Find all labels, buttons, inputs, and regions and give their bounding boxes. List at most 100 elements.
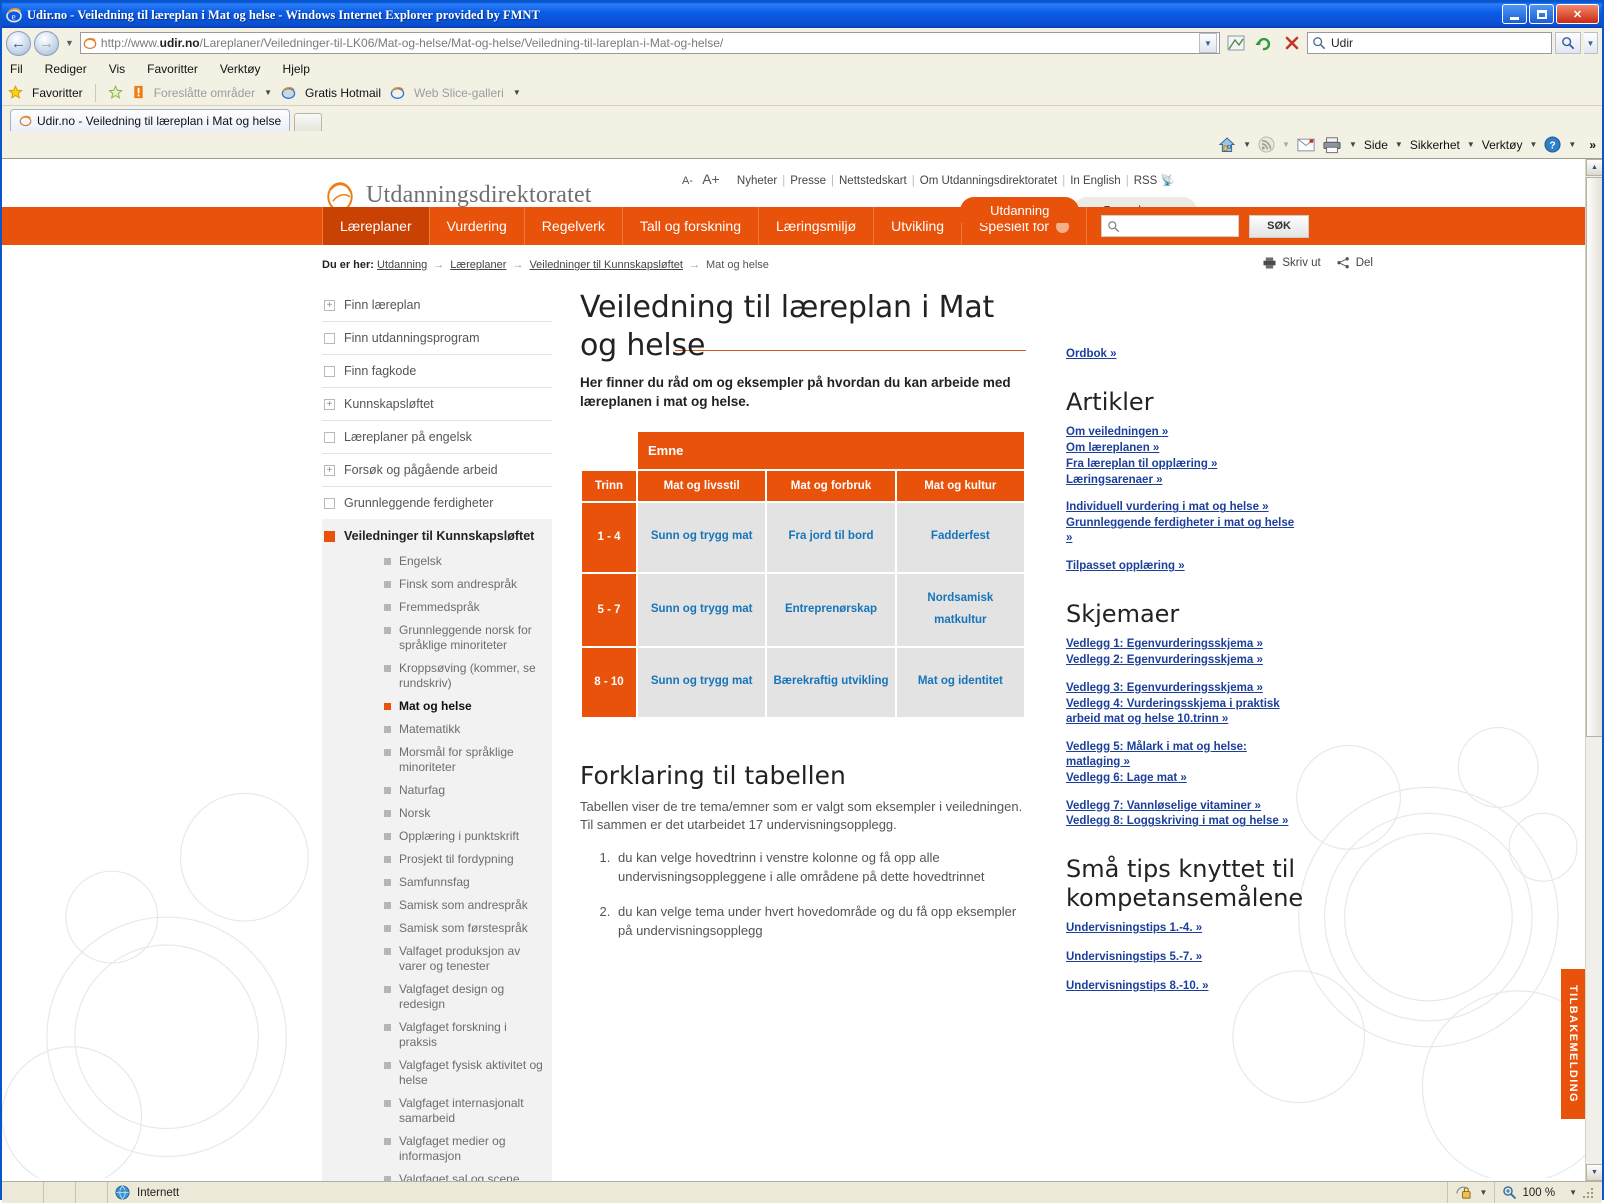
nav-item-laringsmiljo[interactable]: Læringsmiljø: [759, 207, 875, 245]
site-search-button[interactable]: SØK: [1249, 214, 1310, 238]
minimize-button[interactable]: [1502, 4, 1527, 24]
menu-item-fil[interactable]: Fil: [10, 62, 23, 76]
nav-item-tall-og-forskning[interactable]: Tall og forskning: [623, 207, 759, 245]
sidebar-item-lareplaner-pa-engelsk[interactable]: Læreplaner på engelsk: [322, 421, 552, 454]
refresh-button[interactable]: [1251, 31, 1276, 55]
aside-form-link-0[interactable]: Vedlegg 1: Egenvurderingsskjema »: [1066, 637, 1303, 652]
back-button[interactable]: ←: [6, 30, 31, 56]
aside-tips-link-1[interactable]: Undervisningstips 5.-7. »: [1066, 950, 1303, 965]
sidebar-item-finn-lareplan[interactable]: + Finn læreplan: [322, 289, 552, 322]
sidebar-item-forsok-og-pagaende-arbeid[interactable]: + Forsøk og pågående arbeid: [322, 454, 552, 487]
sidebar-subitem-5[interactable]: Mat og helse: [384, 699, 544, 714]
sidebar-subitem-10[interactable]: Opplæring i punktskrift: [384, 829, 544, 844]
recent-pages-caret-icon[interactable]: ▼: [62, 38, 77, 48]
menu-item-favoritter[interactable]: Favoritter: [147, 62, 198, 76]
menu-item-verktoy[interactable]: Verktøy: [220, 62, 261, 76]
sidebar-subitem-8[interactable]: Naturfag: [384, 783, 544, 798]
add-favorite-icon[interactable]: [107, 85, 123, 100]
aside-form-link-1[interactable]: Vedlegg 2: Egenvurderingsskjema »: [1066, 653, 1303, 668]
expand-icon[interactable]: [324, 432, 335, 443]
nav-item-vurdering[interactable]: Vurdering: [430, 207, 525, 245]
sidebar-subitem-15[interactable]: Valfaget produksjon av varer og tenester: [384, 944, 544, 974]
stop-button[interactable]: [1279, 31, 1304, 55]
chevron-down-icon[interactable]: ▼: [1569, 1188, 1577, 1197]
rss-icon[interactable]: 📡: [1161, 175, 1175, 187]
table-link-cell[interactable]: Nordsamisk matkultur: [894, 571, 1027, 648]
help-icon[interactable]: ?: [1544, 136, 1561, 153]
sidebar-subitem-17[interactable]: Valgfaget forskning i praksis: [384, 1020, 544, 1050]
scrollbar-thumb[interactable]: [1586, 177, 1602, 737]
address-bar[interactable]: http://www.udir.no/Lareplaner/Veiledning…: [79, 32, 1220, 54]
sidebar-item-grunnleggende-ferdigheter[interactable]: Grunnleggende ferdigheter: [322, 487, 552, 519]
feedback-tab[interactable]: TILBAKEMELDING: [1561, 969, 1585, 1119]
hotmail-link[interactable]: Gratis Hotmail: [305, 86, 381, 100]
table-link-cell[interactable]: Entreprenørskap: [765, 571, 897, 648]
aside-form-link-1[interactable]: Vedlegg 6: Lage mat »: [1066, 771, 1303, 786]
sidebar-item-finn-utdanningsprogram[interactable]: Finn utdanningsprogram: [322, 322, 552, 355]
chevron-down-icon[interactable]: ▼: [1568, 140, 1576, 149]
sidebar-subitem-14[interactable]: Samisk som førstespråk: [384, 921, 544, 936]
table-link-cell[interactable]: Mat og identitet: [894, 645, 1027, 719]
sidebar-item-kunnskapsloftet[interactable]: + Kunnskapsløftet: [322, 388, 552, 421]
command-verktoy[interactable]: Verktøy: [1482, 138, 1523, 152]
sidebar-subitem-21[interactable]: Valgfaget sal og scene: [384, 1172, 544, 1181]
toplink-om-utdanningsdirektoratet[interactable]: Om Utdanningsdirektoratet: [920, 175, 1057, 187]
browser-tab[interactable]: Udir.no - Veiledning til læreplan i Mat …: [10, 109, 291, 131]
sidebar-item-finn-fagkode[interactable]: Finn fagkode: [322, 355, 552, 388]
new-tab-button[interactable]: [294, 113, 323, 131]
chevron-down-icon[interactable]: ▼: [1243, 140, 1251, 149]
menu-item-hjelp[interactable]: Hjelp: [283, 62, 310, 76]
command-sikkerhet[interactable]: Sikkerhet: [1410, 138, 1460, 152]
toplink-presse[interactable]: Presse: [790, 175, 826, 187]
text-bigger-button[interactable]: A+: [702, 171, 720, 187]
aside-tips-link-2[interactable]: Undervisningstips 8.-10. »: [1066, 979, 1303, 994]
menu-item-rediger[interactable]: Rediger: [45, 62, 87, 76]
suggested-sites-label[interactable]: Foreslåtte områder: [154, 86, 255, 100]
sidebar-subitem-3[interactable]: Grunnleggende norsk for språklige minori…: [384, 623, 544, 653]
toplink-nettstedskart[interactable]: Nettstedskart: [839, 175, 907, 187]
close-button[interactable]: ✕: [1556, 4, 1599, 24]
chevron-down-icon[interactable]: ▼: [1395, 140, 1403, 149]
sidebar-subitem-4[interactable]: Kroppsøving (kommer, se rundskriv): [384, 661, 544, 691]
aside-form-link-1[interactable]: Vedlegg 4: Vurderingsskjema i praktisk a…: [1066, 697, 1303, 727]
sidebar-subitem-2[interactable]: Fremmedspråk: [384, 600, 544, 615]
maximize-button[interactable]: [1529, 4, 1554, 24]
aside-tips-link-0[interactable]: Undervisningstips 1.-4. »: [1066, 921, 1303, 936]
sidebar-subitem-16[interactable]: Valgfaget design og redesign: [384, 982, 544, 1012]
aside-link-ordbok[interactable]: Ordbok »: [1066, 347, 1303, 362]
sidebar-subitem-12[interactable]: Samfunnsfag: [384, 875, 544, 890]
mail-icon[interactable]: [1297, 138, 1315, 152]
nav-item-regelverk[interactable]: Regelverk: [525, 207, 623, 245]
aside-article-link-0[interactable]: Individuell vurdering i mat og helse »: [1066, 500, 1303, 515]
sidebar-subitem-6[interactable]: Matematikk: [384, 722, 544, 737]
toplink-in-english[interactable]: In English: [1070, 175, 1121, 187]
vertical-scrollbar[interactable]: ▲ ▼: [1585, 159, 1602, 1181]
table-link-cell[interactable]: Sunn og trygg mat: [635, 645, 768, 719]
scroll-down-button[interactable]: ▼: [1586, 1164, 1602, 1181]
aside-form-link-0[interactable]: Vedlegg 7: Vannløselige vitaminer »: [1066, 799, 1303, 814]
sidebar-subitem-13[interactable]: Samisk som andrespråk: [384, 898, 544, 913]
aside-article-link-2[interactable]: Fra læreplan til opplæring »: [1066, 457, 1303, 472]
aside-form-link-0[interactable]: Vedlegg 5: Målark i mat og helse: matlag…: [1066, 740, 1303, 770]
search-box[interactable]: Udir: [1307, 32, 1552, 54]
chevron-down-icon[interactable]: ▼: [1467, 140, 1475, 149]
sidebar-group-title[interactable]: Veiledninger til Kunnskapsløftet: [324, 529, 544, 545]
sidebar-subitem-11[interactable]: Prosjekt til fordypning: [384, 852, 544, 867]
favorites-label[interactable]: Favoritter: [32, 86, 83, 100]
address-dropdown-icon[interactable]: ▼: [1199, 33, 1217, 53]
chevron-down-icon[interactable]: ▼: [1480, 1188, 1488, 1197]
text-smaller-button[interactable]: A-: [682, 175, 693, 187]
sidebar-subitem-9[interactable]: Norsk: [384, 806, 544, 821]
table-link-cell[interactable]: Bærekraftig utvikling: [765, 645, 897, 719]
aside-article-link-1[interactable]: Grunnleggende ferdigheter i mat og helse…: [1066, 516, 1303, 546]
webslice-gallery-link[interactable]: Web Slice-galleri: [414, 86, 504, 100]
sidebar-subitem-20[interactable]: Valgfaget medier og informasjon: [384, 1134, 544, 1164]
aside-article-link-0[interactable]: Om veiledningen »: [1066, 425, 1303, 440]
expand-icon[interactable]: +: [324, 399, 335, 410]
search-provider-dropdown-icon[interactable]: ▼: [1584, 32, 1598, 54]
chevron-down-icon[interactable]: ▼: [513, 88, 521, 97]
aside-form-link-0[interactable]: Vedlegg 3: Egenvurderingsskjema »: [1066, 681, 1303, 696]
toplink-rss[interactable]: RSS: [1134, 175, 1158, 187]
table-link-cell[interactable]: Fadderfest: [894, 500, 1027, 574]
command-side[interactable]: Side: [1364, 138, 1388, 152]
